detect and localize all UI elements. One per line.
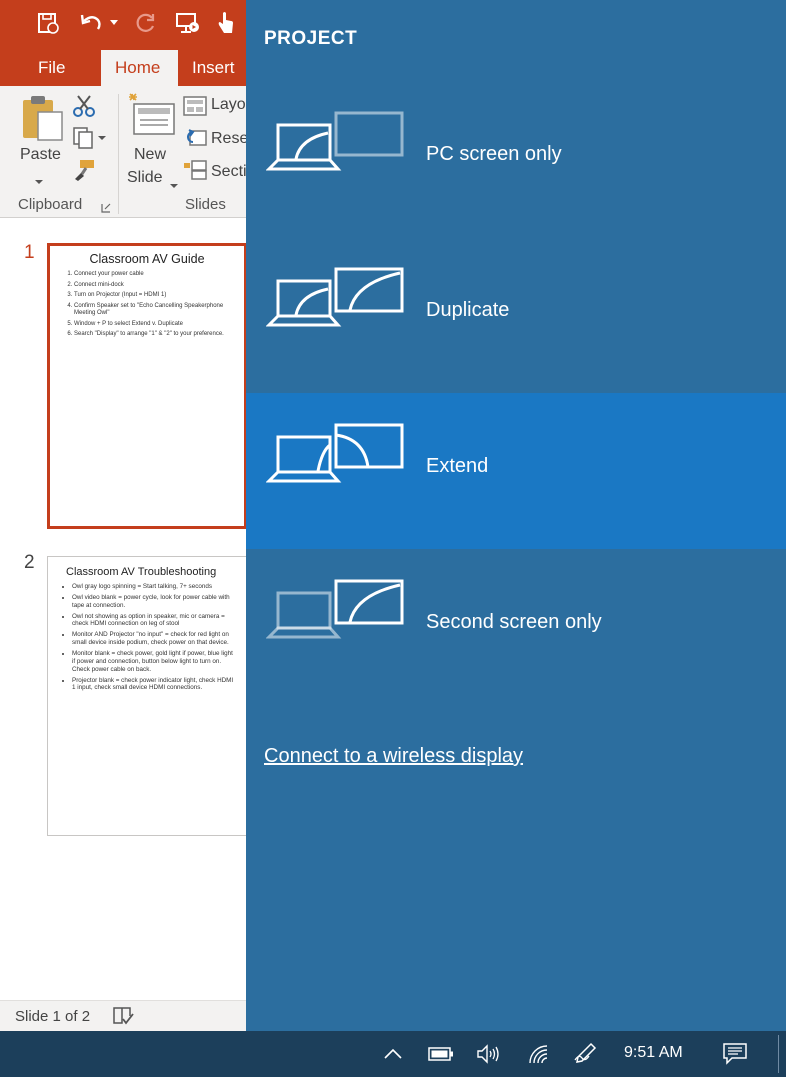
slide-thumbnail-pane: 1 Classroom AV Guide Connect your power …: [0, 218, 246, 998]
reset-button[interactable]: Rese: [211, 130, 246, 148]
new-slide-button[interactable]: Slide: [127, 169, 163, 187]
list-item: Owl gray logo spinning = Start talking, …: [72, 583, 234, 591]
copy-icon[interactable]: [72, 126, 106, 155]
battery-icon[interactable]: [428, 1041, 454, 1067]
list-item: Monitor blank = check power, gold light …: [72, 650, 234, 674]
option-second-screen-only[interactable]: Second screen only: [246, 549, 786, 705]
autosave-icon[interactable]: [34, 8, 62, 38]
list-item: Search "Display" to arrange "1" & "2" to…: [74, 331, 238, 339]
extend-icon: [266, 423, 404, 483]
tab-insert[interactable]: Insert: [178, 50, 246, 86]
slide-count-status[interactable]: Slide 1 of 2: [15, 1008, 90, 1025]
clipboard-group-label: Clipboard: [18, 196, 83, 213]
ribbon-tabs: File Home Insert: [0, 50, 246, 86]
show-desktop-divider[interactable]: [778, 1035, 779, 1073]
taskbar-clock[interactable]: 9:51 AM: [624, 1044, 683, 1062]
new-slide-icon[interactable]: [128, 92, 176, 141]
paste-dropdown-icon[interactable]: [34, 172, 44, 190]
second-screen-only-icon: [266, 579, 404, 639]
cut-icon[interactable]: [72, 94, 96, 123]
duplicate-icon: [266, 267, 404, 327]
spell-check-icon[interactable]: [112, 1006, 134, 1031]
connect-wireless-display-link[interactable]: Connect to a wireless display: [264, 745, 523, 768]
volume-icon[interactable]: [476, 1041, 502, 1067]
flyout-heading: PROJECT: [264, 28, 358, 49]
layout-button[interactable]: Layo: [211, 96, 246, 114]
list-item: Turn on Projector (Input = HDMI 1): [74, 292, 238, 300]
list-item: Projector blank = check power indicator …: [72, 677, 234, 693]
option-label: PC screen only: [426, 143, 562, 165]
touch-mode-icon[interactable]: [212, 8, 240, 38]
powerpoint-window: File Home Insert Paste Clipboard New Sli…: [0, 0, 246, 1031]
option-label: Duplicate: [426, 299, 510, 321]
slide-2-list: Owl gray logo spinning = Start talking, …: [72, 583, 234, 692]
slide-number-2: 2: [24, 552, 35, 573]
list-item: Owl not showing as option in speaker, mi…: [72, 613, 234, 629]
slide-2-title: Classroom AV Troubleshooting: [66, 566, 217, 578]
slide-thumbnail-2[interactable]: Classroom AV Troubleshooting Owl gray lo…: [47, 556, 246, 836]
option-label: Extend: [426, 455, 489, 477]
option-extend[interactable]: Extend: [246, 393, 786, 549]
section-button[interactable]: Secti: [211, 163, 246, 181]
tab-home[interactable]: Home: [101, 50, 178, 86]
list-item: Owl video blank = power cycle, look for …: [72, 594, 234, 610]
redo-icon[interactable]: [132, 8, 160, 38]
present-icon[interactable]: [174, 8, 202, 38]
slide-1-title: Classroom AV Guide: [89, 252, 205, 266]
option-pc-screen-only[interactable]: PC screen only: [246, 81, 786, 237]
new-slide-label[interactable]: New: [134, 146, 166, 164]
pc-screen-only-icon: [266, 111, 404, 171]
ribbon-separator: [118, 94, 119, 214]
taskbar: 9:51 AM: [0, 1031, 786, 1077]
notification-icon[interactable]: [722, 1041, 748, 1067]
slide-1-list: Connect your power cable Connect mini-do…: [74, 271, 238, 339]
clipboard-launcher-icon[interactable]: [101, 200, 111, 218]
layout-icon[interactable]: [183, 96, 207, 121]
slide-thumbnail-1[interactable]: Classroom AV Guide Connect your power ca…: [47, 243, 246, 529]
undo-icon[interactable]: [78, 8, 106, 38]
status-bar: Slide 1 of 2: [0, 1000, 246, 1031]
new-slide-dropdown-icon[interactable]: [169, 176, 179, 194]
paste-icon[interactable]: [20, 92, 64, 147]
wifi-icon[interactable]: [526, 1041, 552, 1067]
option-duplicate[interactable]: Duplicate: [246, 237, 786, 393]
list-item: Monitor AND Projector "no input" = check…: [72, 631, 234, 647]
pen-icon[interactable]: [572, 1041, 598, 1067]
ribbon: Paste Clipboard New Slide Layo Rese Sect…: [0, 86, 246, 218]
list-item: Connect your power cable: [74, 271, 238, 279]
title-bar: [0, 0, 246, 50]
list-item: Connect mini-dock: [74, 282, 238, 290]
slide-number-1: 1: [24, 242, 35, 263]
undo-dropdown-icon[interactable]: [106, 8, 122, 38]
tab-file[interactable]: File: [24, 50, 79, 86]
option-label: Second screen only: [426, 611, 602, 633]
section-icon[interactable]: [183, 160, 207, 185]
list-item: Confirm Speaker set to "Echo Cancelling …: [74, 303, 238, 318]
paste-button[interactable]: Paste: [20, 146, 61, 164]
list-item: Window + P to select Extend v. Duplicate: [74, 321, 238, 329]
format-painter-icon[interactable]: [72, 158, 96, 187]
reset-icon[interactable]: [183, 128, 207, 153]
project-flyout: PROJECT PC screen only Duplicate Extend …: [246, 0, 786, 1031]
slides-group-label: Slides: [185, 196, 226, 213]
chevron-up-icon[interactable]: [380, 1041, 406, 1067]
